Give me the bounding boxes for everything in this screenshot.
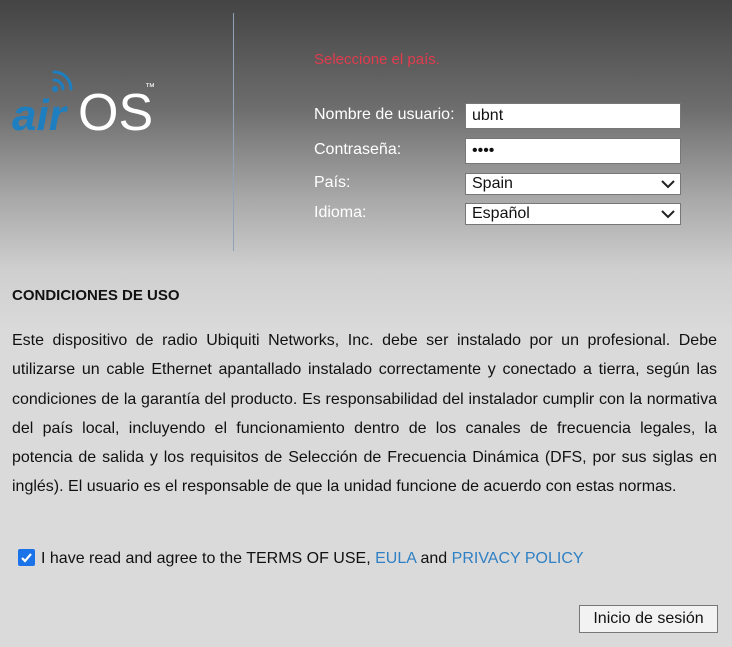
error-message: Seleccione el país.: [314, 51, 440, 68]
login-button[interactable]: Inicio de sesión: [579, 605, 718, 633]
password-input[interactable]: ••••: [465, 138, 681, 164]
header-divider: [233, 13, 234, 251]
logo-trademark: ™: [145, 82, 155, 93]
terms-title: CONDICIONES DE USO: [12, 287, 180, 304]
logo-air-text: air: [12, 91, 69, 136]
country-select[interactable]: Spain: [465, 173, 681, 195]
checkmark-icon: [21, 553, 32, 563]
password-label: Contraseña:: [314, 141, 402, 158]
username-label: Nombre de usuario:: [314, 106, 455, 123]
language-select-value: Español: [472, 205, 530, 222]
terms-body: Este dispositivo de radio Ubiquiti Netwo…: [12, 332, 717, 496]
terms-agreement: I have read and agree to the TERMS OF US…: [18, 549, 584, 568]
country-label: País:: [314, 174, 351, 191]
and-text: and: [420, 550, 448, 567]
chevron-down-icon: [661, 180, 675, 189]
logo-os-text: OS: [78, 84, 153, 136]
username-input[interactable]: ubnt: [465, 103, 681, 129]
privacy-policy-link[interactable]: PRIVACY POLICY: [452, 550, 584, 567]
agree-checkbox[interactable]: [18, 549, 35, 566]
eula-link[interactable]: EULA: [375, 550, 416, 567]
language-label: Idioma:: [314, 204, 367, 221]
language-select[interactable]: Español: [465, 203, 681, 225]
airos-logo: air OS ™: [12, 66, 172, 142]
country-select-value: Spain: [472, 175, 513, 192]
agree-text: I have read and agree to the TERMS OF US…: [41, 550, 371, 567]
chevron-down-icon: [661, 210, 675, 219]
